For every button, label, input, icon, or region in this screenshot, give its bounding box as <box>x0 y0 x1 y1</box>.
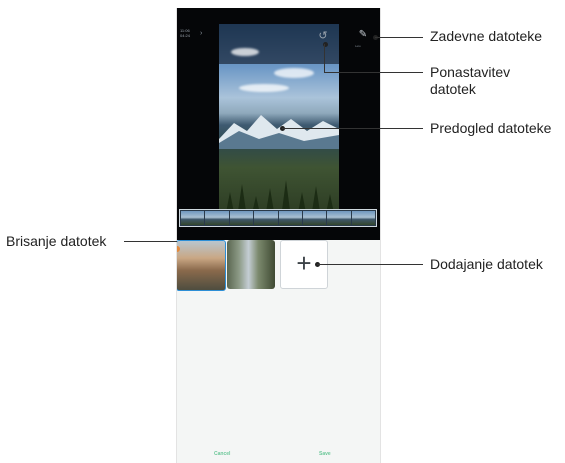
file-thumbnail[interactable] <box>177 240 226 291</box>
callout-line <box>375 37 423 38</box>
callout-line <box>317 264 423 265</box>
editor-area: 11:06 04:24 › ↺ ✎ Leto <box>177 8 380 240</box>
cloud <box>274 68 314 78</box>
cloud <box>231 48 259 56</box>
filmstrip-frame <box>351 211 375 225</box>
cloud <box>239 84 289 92</box>
filmstrip-frame <box>205 211 229 225</box>
callout-line <box>324 72 423 73</box>
callout-line <box>282 128 423 129</box>
callout-brisanje-datotek: Brisanje datotek <box>6 233 107 249</box>
callout-line <box>324 44 325 73</box>
filmstrip-frame <box>302 211 327 225</box>
undo-icon[interactable]: ↺ <box>317 30 329 42</box>
filmstrip-frame <box>254 211 278 225</box>
magic-label: Leto <box>355 44 361 48</box>
mountain-range <box>219 115 339 149</box>
status-text: 11:06 04:24 <box>180 28 191 38</box>
selected-files: + <box>177 240 380 300</box>
callout-ponastavitev-line1: Ponastavitev <box>430 64 511 80</box>
file-preview[interactable] <box>219 24 339 218</box>
callout-ponastavitev-line2: datotek <box>430 81 476 97</box>
phone-screen: 11:06 04:24 › ↺ ✎ Leto + Cancel Save <box>176 8 381 463</box>
filmstrip-frame <box>181 211 205 225</box>
callout-dodajanje-datotek: Dodajanje datotek <box>430 256 543 272</box>
save-button[interactable]: Save <box>319 451 331 457</box>
callout-line <box>124 241 177 242</box>
filmstrip[interactable] <box>179 209 377 227</box>
filmstrip-frame <box>229 211 254 225</box>
filmstrip-frame <box>278 211 302 225</box>
callout-predogled-datoteke: Predogled datoteke <box>430 120 552 136</box>
chevron-right-icon: › <box>200 30 203 37</box>
magic-wand-icon[interactable]: ✎ <box>357 29 369 41</box>
filmstrip-frame <box>327 211 351 225</box>
file-thumbnail[interactable] <box>227 240 275 289</box>
cancel-button[interactable]: Cancel <box>214 451 230 457</box>
callout-zadevne-datoteke: Zadevne datoteke <box>430 28 543 44</box>
